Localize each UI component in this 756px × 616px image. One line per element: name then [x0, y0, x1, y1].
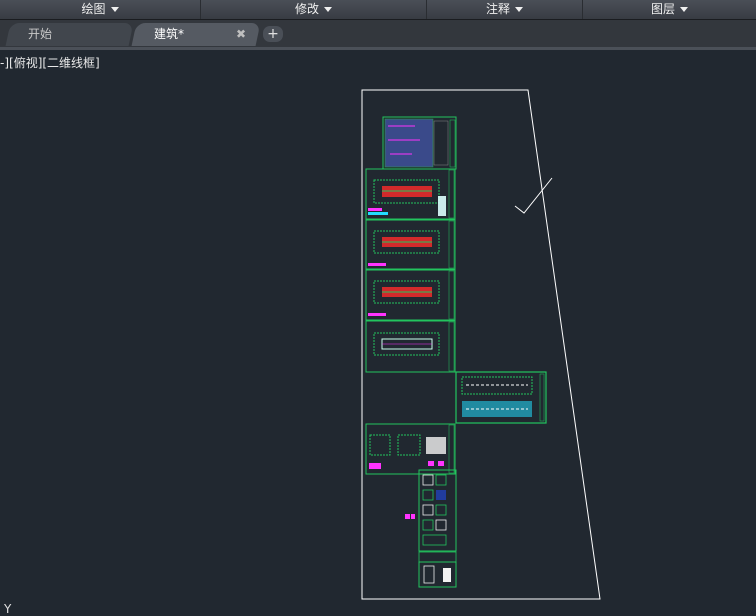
north-arrow-mark — [514, 177, 553, 214]
panel-draw-label: 绘图 — [81, 2, 106, 16]
panel-layers-label: 图层 — [650, 2, 675, 16]
new-tab-button[interactable]: + — [263, 26, 283, 42]
tab-start-label: 开始 — [28, 27, 53, 41]
chevron-down-icon — [110, 7, 119, 12]
tab-start[interactable]: 开始 — [5, 23, 134, 46]
drawing-sheet-plan-2 — [365, 219, 456, 270]
close-icon[interactable]: ✖ — [236, 23, 246, 46]
file-tab-bar: 开始 建筑* ✖ + — [0, 20, 756, 50]
drawing-sheet-plan-4 — [365, 320, 456, 373]
panel-annotate[interactable]: 注释 — [427, 0, 583, 19]
viewport-controls-label[interactable]: -][俯视][二维线框] — [0, 54, 100, 71]
drawing-sheet-cover — [382, 116, 457, 170]
chevron-down-icon — [680, 7, 688, 12]
chevron-down-icon — [515, 7, 523, 12]
drawing-sheet-plan-1 — [365, 168, 456, 220]
panel-draw[interactable]: 绘图 — [0, 0, 201, 19]
panel-annotate-label: 注释 — [485, 2, 510, 16]
drawing-canvas[interactable] — [0, 50, 756, 616]
ribbon-panel-bar: 绘图 修改 注释 图层 — [0, 0, 756, 20]
ucs-axis-y-label: Y — [4, 602, 12, 616]
tab-architecture-label: 建筑* — [154, 27, 185, 41]
plus-icon: + — [267, 26, 279, 42]
panel-modify[interactable]: 修改 — [201, 0, 427, 19]
panel-layers[interactable]: 图层 — [583, 0, 756, 19]
drawing-sheet-section — [365, 423, 456, 475]
drawing-sheet-plan-3 — [365, 269, 456, 321]
drawing-sheet-details — [405, 461, 457, 588]
panel-modify-label: 修改 — [294, 2, 319, 16]
tab-architecture[interactable]: 建筑* ✖ — [131, 23, 261, 46]
drawing-sheet-elevation — [455, 371, 547, 424]
chevron-down-icon — [324, 7, 332, 12]
